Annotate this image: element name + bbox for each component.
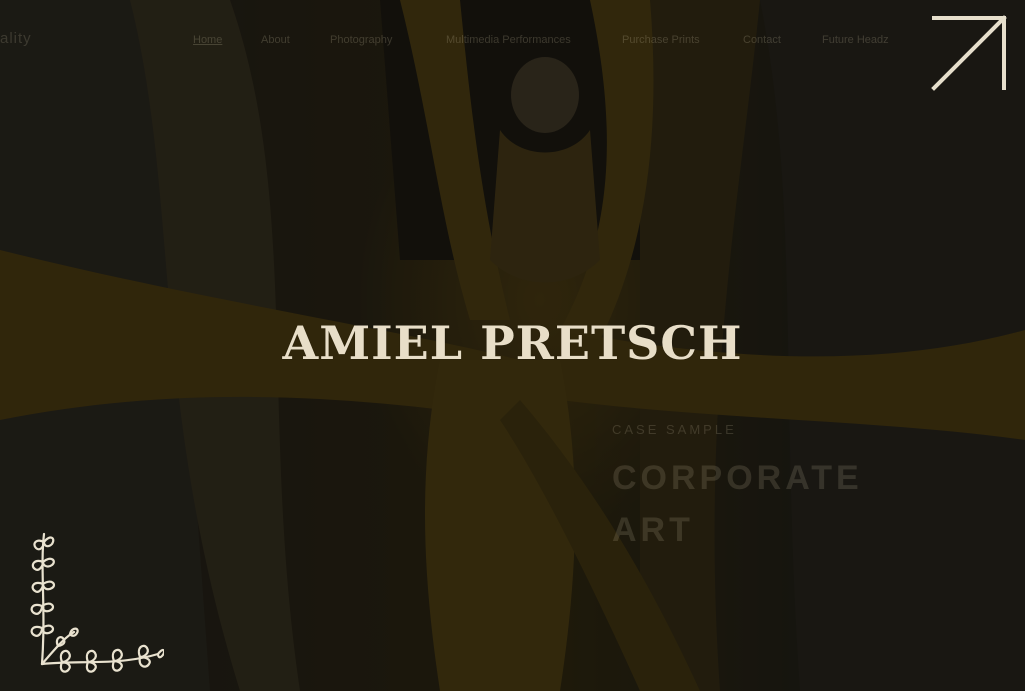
leaf-corner-ornament-icon bbox=[30, 532, 164, 673]
nav-item-home[interactable]: Home bbox=[193, 34, 261, 46]
case-title-line-2: ART bbox=[612, 511, 694, 549]
nav-item-photography[interactable]: Photography bbox=[330, 34, 446, 46]
nav-item-contact[interactable]: Contact bbox=[743, 34, 822, 46]
case-kicker: CASE SAMPLE bbox=[612, 422, 737, 437]
page: ality Home About Photography Multimedia … bbox=[0, 0, 1025, 691]
main-nav: Home About Photography Multimedia Perfor… bbox=[193, 34, 889, 46]
case-title-line-1: CORPORATE bbox=[612, 459, 863, 497]
nav-item-about[interactable]: About bbox=[261, 34, 330, 46]
nav-item-future-headz[interactable]: Future Headz bbox=[822, 34, 889, 46]
site-brand[interactable]: ality bbox=[0, 30, 32, 47]
expand-button[interactable] bbox=[928, 12, 1010, 94]
arrow-up-right-icon bbox=[931, 15, 1007, 91]
nav-item-multimedia-performances[interactable]: Multimedia Performances bbox=[446, 34, 622, 46]
case-title[interactable]: CORPORATE ART bbox=[612, 452, 912, 556]
nav-item-purchase-prints[interactable]: Purchase Prints bbox=[622, 34, 743, 46]
hero-title: AMIEL PRETSCH bbox=[282, 316, 743, 370]
